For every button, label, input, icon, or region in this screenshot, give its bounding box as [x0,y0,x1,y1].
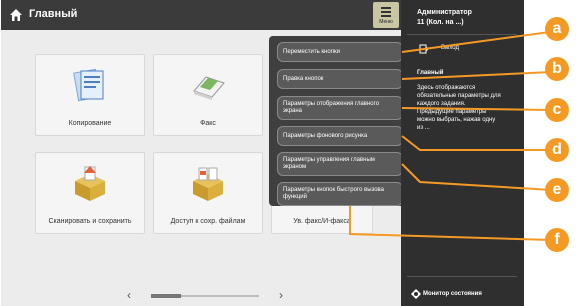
tile-scan-save[interactable]: Сканировать и сохранить [35,152,145,234]
admin-name: Администратор [417,9,472,16]
tile-label: Ув. факс/И-факса [293,218,351,225]
copy-icon [73,68,104,102]
menu-item-home-display-settings[interactable]: Параметры отображения главного экрана [277,96,403,120]
menu-item-quick-function-settings[interactable]: Параметры кнопок быстрого вызова функций [277,182,403,206]
home-icon [10,9,22,21]
callout-f: f [545,228,569,252]
page-navigator: ‹ › [121,288,291,302]
tile-label: Сканировать и сохранить [48,218,132,225]
tile-stored-files[interactable]: Доступ к сохр. файлам [153,152,263,234]
fax-icon [193,76,225,100]
logout-icon[interactable] [419,44,429,54]
menu-item-home-management-settings[interactable]: Параметры управления главным экраном [277,152,403,176]
hamburger-icon [381,7,391,19]
logout-label[interactable]: Выход [441,45,459,51]
menu-button[interactable]: Меню [373,2,399,28]
tile-label: Копирование [68,120,112,127]
page-scroll-thumb[interactable] [151,294,181,298]
divider [407,276,517,277]
menu-label: Меню [379,19,393,25]
callout-e: e [545,178,569,202]
top-bar: Главный Меню [1,0,401,30]
callout-a: a [545,17,569,41]
tile-fax[interactable]: Факс [153,54,263,136]
scan-save-icon [75,166,105,201]
callout-c: c [545,98,569,122]
tile-label: Доступ к сохр. файлам [170,218,246,225]
right-info-panel: Администратор 11 (Кол. на ...) Выход Гла… [401,0,524,306]
callout-d: d [545,138,569,162]
divider [407,34,517,35]
device-screen: Главный Меню Копирование Факс Сканироват… [1,0,524,306]
section-title: Главный [417,70,444,76]
status-monitor-icon[interactable] [411,289,421,299]
section-description: Здесь отображаются обязательные параметр… [417,85,501,131]
menu-item-edit-buttons[interactable]: Правка кнопок [277,69,403,89]
chevron-right-icon[interactable]: › [279,288,283,302]
tile-label: Факс [200,120,216,127]
tile-copy[interactable]: Копирование [35,54,145,136]
page-title: Главный [29,8,78,20]
admin-id: 11 (Кол. на ...) [417,19,464,26]
chevron-left-icon[interactable]: ‹ [127,288,131,302]
menu-item-background-settings[interactable]: Параметры фонового рисунка [277,126,403,146]
stored-files-icon [193,167,223,201]
status-monitor-button[interactable]: Монитор состояния [423,291,482,297]
menu-item-move-buttons[interactable]: Переместить кнопки [277,42,403,62]
callout-b: b [545,57,569,81]
